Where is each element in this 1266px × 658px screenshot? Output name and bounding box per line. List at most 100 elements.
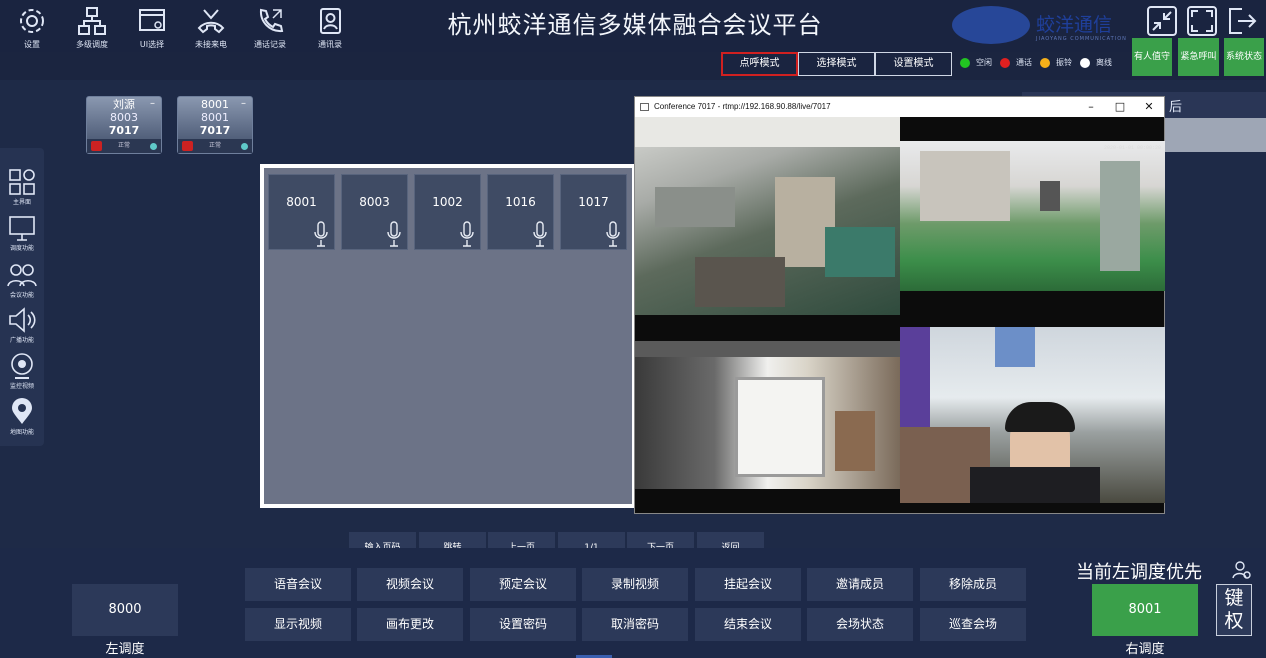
minimize-icon[interactable]: – — [150, 98, 155, 109]
sidebar-item-map[interactable]: 地图功能 — [0, 398, 44, 436]
end-conference-button[interactable]: 结束会议 — [695, 608, 801, 641]
member-number: 1017 — [578, 195, 609, 209]
toolbar-label: UI选择 — [139, 40, 165, 49]
video-feed-2[interactable]: 2020-01-01 00:00:20 — [900, 141, 1165, 291]
microphone-icon[interactable] — [533, 221, 547, 247]
schedule-conference-button[interactable]: 预定会议 — [470, 568, 576, 601]
status-dot — [150, 143, 157, 150]
venue-status-button[interactable]: 会场状态 — [807, 608, 913, 641]
mode-call[interactable]: 点呼模式 — [721, 52, 798, 76]
member-tile[interactable]: 8001 — [268, 174, 335, 250]
microphone-icon[interactable] — [314, 221, 328, 247]
phone-card[interactable]: – 8001 8001 7017 正常 — [177, 96, 253, 154]
phone-card[interactable]: – 刘源 8003 7017 正常 — [86, 96, 162, 154]
toolbar-missed-calls[interactable]: 未接来电 — [183, 6, 239, 50]
collapse-arrows-icon — [1152, 11, 1172, 31]
speaker-icon — [9, 307, 36, 333]
users-icon — [7, 264, 37, 287]
video-timestamp: 2020-01-01 00:00:20 — [1103, 145, 1161, 151]
video-feed-1[interactable] — [635, 117, 900, 315]
status-dot — [241, 143, 248, 150]
voice-conference-button[interactable]: 语音会议 — [245, 568, 351, 601]
member-number: 8001 — [286, 195, 317, 209]
logo-text: 蛟洋通信 — [1036, 14, 1113, 36]
video-conference-button[interactable]: 视频会议 — [357, 568, 463, 601]
hold-conference-button[interactable]: 挂起会议 — [695, 568, 801, 601]
toolbar-label: 多级调度 — [76, 40, 108, 49]
attended-button[interactable]: 有人值守 — [1132, 38, 1172, 76]
page-title: 杭州蛟洋通信多媒体融合会议平台 — [447, 11, 823, 39]
member-tile[interactable]: 1017 — [560, 174, 627, 250]
toolbar-contacts[interactable]: 通讯录 — [302, 6, 358, 50]
phone-extension: 8001 — [201, 111, 229, 124]
user-settings-icon[interactable] — [1232, 560, 1252, 584]
dispatch-priority-text: 当前左调度优先 — [1076, 562, 1202, 583]
set-password-button[interactable]: 设置密码 — [470, 608, 576, 641]
microphone-icon[interactable] — [387, 221, 401, 247]
member-tile[interactable]: 1002 — [414, 174, 481, 250]
mode-select[interactable]: 选择模式 — [798, 52, 875, 76]
record-video-button[interactable]: 录制视频 — [582, 568, 688, 601]
remove-member-button[interactable]: 移除成员 — [920, 568, 1026, 601]
grid-icon — [9, 169, 35, 195]
legend-label: 通话 — [1016, 58, 1032, 67]
member-number: 1002 — [432, 195, 463, 209]
video-maximize-button[interactable]: □ — [1105, 97, 1135, 117]
sidebar-item-label: 调度功能 — [9, 245, 34, 252]
video-minimize-button[interactable]: – — [1076, 97, 1106, 117]
monitor-icon — [9, 216, 35, 241]
left-dispatch-number[interactable]: 8000 — [72, 584, 178, 636]
company-logo: 蛟洋通信 JIAOYANG COMMUNICATION — [950, 4, 1130, 46]
right-panel-title: 后 — [1168, 100, 1182, 115]
minimize-icon[interactable]: – — [241, 98, 246, 109]
patrol-venue-button[interactable]: 巡查会场 — [920, 608, 1026, 641]
status-offline-dot — [1080, 57, 1090, 68]
video-window[interactable]: Conference 7017 - rtmp://192.168.90.88/l… — [634, 96, 1165, 514]
sidebar-item-home[interactable]: 主界面 — [0, 168, 44, 206]
phone-hangup-icon[interactable] — [91, 141, 102, 151]
video-close-button[interactable]: ✕ — [1134, 97, 1164, 117]
show-video-button[interactable]: 显示视频 — [245, 608, 351, 641]
logout-button[interactable] — [1226, 6, 1257, 36]
invite-member-button[interactable]: 邀请成员 — [807, 568, 913, 601]
sidebar-item-conference[interactable]: 会议功能 — [0, 261, 44, 299]
microphone-icon[interactable] — [606, 221, 620, 247]
toolbar-settings[interactable]: 设置 — [4, 6, 60, 50]
member-tile[interactable]: 8003 — [341, 174, 408, 250]
missed-call-icon — [197, 9, 225, 34]
status-legend: 空闲 通话 振铃 离线 — [958, 57, 1112, 68]
toolbar-ui-select[interactable]: UI选择 — [124, 6, 180, 50]
legend-label: 振铃 — [1056, 58, 1072, 67]
phone-hangup-icon[interactable] — [182, 141, 193, 151]
video-window-title: Conference 7017 - rtmp://192.168.90.88/l… — [654, 102, 831, 111]
sidebar-item-monitoring[interactable]: 监控视频 — [0, 352, 44, 390]
right-dispatch-number[interactable]: 8001 — [1092, 584, 1198, 636]
emergency-call-button[interactable]: 紧急呼叫 — [1178, 38, 1219, 76]
system-status-button[interactable]: 系统状态 — [1224, 38, 1264, 76]
member-tile[interactable]: 1016 — [487, 174, 554, 250]
toolbar-label: 未接来电 — [195, 40, 227, 49]
mode-settings[interactable]: 设置模式 — [875, 52, 952, 76]
minimize-window-button[interactable] — [1147, 6, 1177, 36]
status-talking-dot — [1000, 57, 1010, 68]
map-pin-icon — [12, 398, 32, 424]
fullscreen-button[interactable] — [1187, 6, 1217, 36]
fullscreen-icon — [1191, 10, 1213, 32]
sidebar-item-broadcast[interactable]: 广播功能 — [0, 306, 44, 344]
member-number: 1016 — [505, 195, 536, 209]
change-canvas-button[interactable]: 画布更改 — [357, 608, 463, 641]
key-right-button[interactable]: 键权 — [1216, 584, 1252, 636]
left-dispatch-label: 左调度 — [105, 642, 145, 657]
conference-canvas[interactable]: 8001 8003 1002 1016 1017 — [260, 164, 636, 508]
cancel-password-button[interactable]: 取消密码 — [582, 608, 688, 641]
gear-icon — [20, 9, 44, 33]
video-feed-4[interactable] — [900, 327, 1165, 503]
microphone-icon[interactable] — [460, 221, 474, 247]
video-feed-3[interactable]: --.--.-- --:--:-- — [635, 341, 900, 489]
sidebar-item-dispatch[interactable]: 调度功能 — [0, 214, 44, 252]
webcam-icon — [11, 353, 33, 379]
toolbar-call-log[interactable]: 通话记录 — [242, 6, 298, 50]
legend-label: 空闲 — [976, 58, 992, 67]
status-ringing-dot — [1040, 57, 1050, 68]
toolbar-multilevel-dispatch[interactable]: 多级调度 — [64, 6, 120, 50]
